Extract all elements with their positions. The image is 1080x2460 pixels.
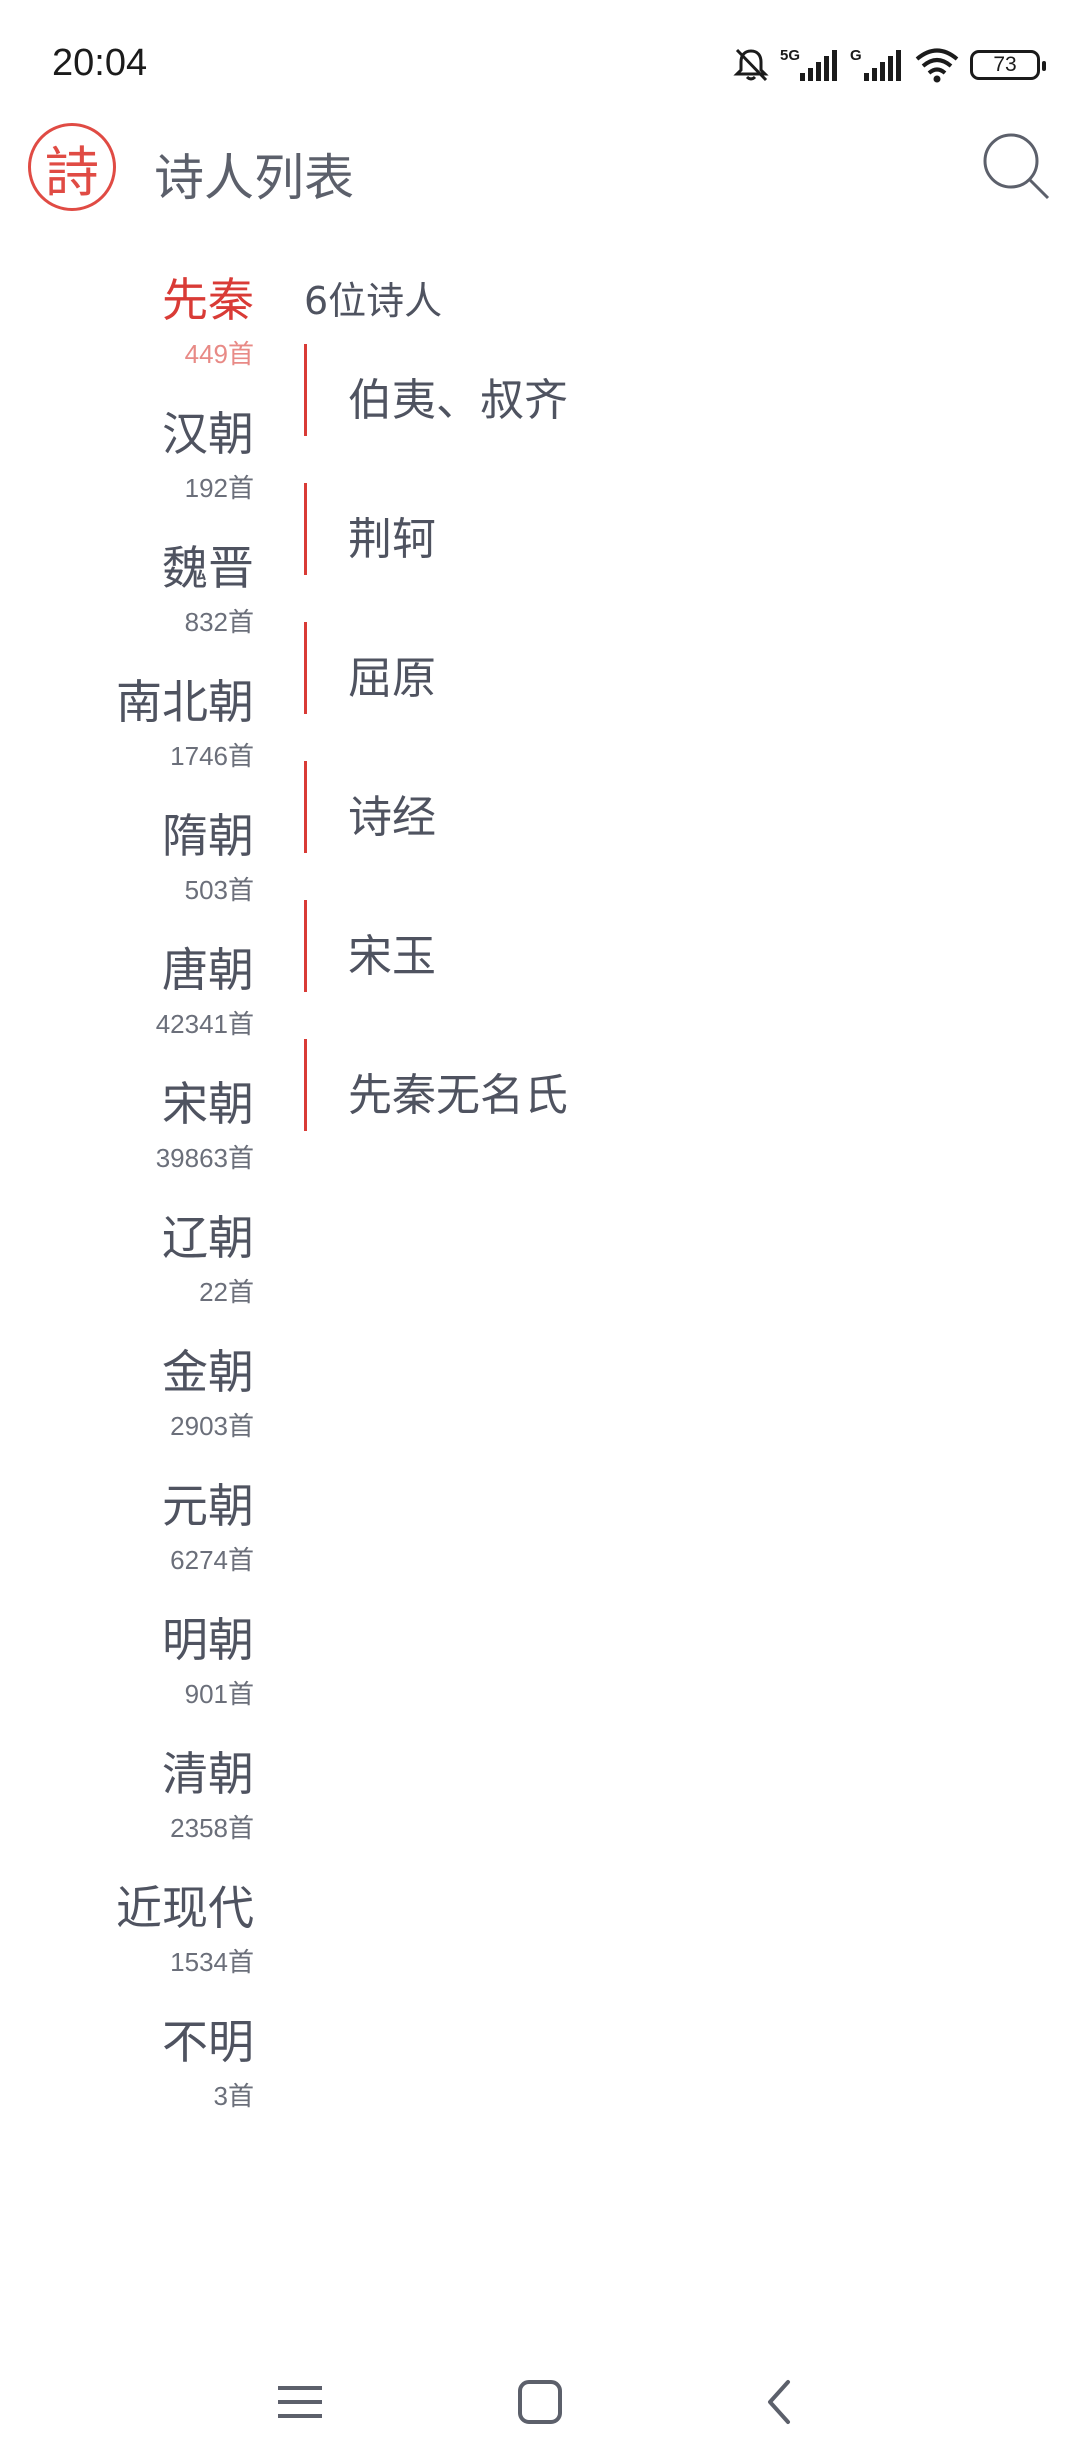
dynasty-item[interactable]: 辽朝 22首 [0,1202,260,1336]
navigation-bar [0,2340,1080,2460]
poet-name: 诗经 [348,792,436,843]
silent-bell-icon [733,48,769,82]
poet-item[interactable]: 先秦无名氏 [304,1039,1004,1131]
dynasty-poem-count: 192首 [184,473,254,503]
dynasty-name: 先秦 [162,273,254,327]
dynasty-poem-count: 2903首 [170,1411,254,1441]
search-icon[interactable] [980,130,1054,204]
poet-name: 伯夷、叔齐 [348,375,568,426]
poet-item[interactable]: 伯夷、叔齐 [304,344,1004,436]
poet-item-accent-bar [304,344,307,436]
dynasty-name: 唐朝 [162,943,254,997]
battery-indicator: 73 [970,50,1046,80]
menu-icon[interactable] [272,2374,328,2430]
poet-item[interactable]: 荆轲 [304,483,1004,575]
dynasty-name: 明朝 [162,1613,254,1667]
dynasty-item[interactable]: 元朝 6274首 [0,1470,260,1604]
dynasty-poem-count: 503首 [184,875,254,905]
poet-list-screen: 20:04 5G G 73 詩 诗人列表 先秦 449首 汉朝 192首 魏晋 … [0,0,1080,2460]
dynasty-item[interactable]: 唐朝 42341首 [0,934,260,1068]
dynasty-poem-count: 39863首 [155,1143,254,1173]
app-logo: 詩 [28,123,116,211]
poet-name: 屈原 [348,653,436,704]
dynasty-item[interactable]: 金朝 2903首 [0,1336,260,1470]
signal-5g-icon: 5G [780,47,837,81]
signal-g-icon: G [850,47,901,81]
dynasty-name: 南北朝 [116,675,254,729]
dynasty-item[interactable]: 近现代 1534首 [0,1872,260,2006]
dynasty-item[interactable]: 明朝 901首 [0,1604,260,1738]
dynasty-poem-count: 42341首 [155,1009,254,1039]
dynasty-poem-count: 1534首 [170,1947,254,1977]
dynasty-name: 不明 [162,2015,254,2069]
dynasty-item[interactable]: 清朝 2358首 [0,1738,260,1872]
dynasty-item[interactable]: 先秦 449首 [0,264,260,398]
dynasty-item[interactable]: 汉朝 192首 [0,398,260,532]
dynasty-name: 近现代 [116,1881,254,1935]
dynasty-poem-count: 901首 [184,1679,254,1709]
svg-text:5G: 5G [780,47,800,64]
dynasty-item[interactable]: 隋朝 503首 [0,800,260,934]
poet-name: 荆轲 [348,514,436,565]
dynasty-name: 清朝 [162,1747,254,1801]
poet-item[interactable]: 宋玉 [304,900,1004,992]
dynasty-item[interactable]: 宋朝 39863首 [0,1068,260,1202]
dynasty-poem-count: 6274首 [170,1545,254,1575]
dynasty-poem-count: 449首 [184,339,254,369]
poet-item-accent-bar [304,622,307,714]
dynasty-name: 元朝 [162,1479,254,1533]
poet-name: 先秦无名氏 [348,1070,568,1121]
dynasty-name: 魏晋 [162,541,254,595]
wifi-icon [915,48,959,83]
home-icon[interactable] [512,2374,568,2430]
dynasty-poem-count: 832首 [184,607,254,637]
poet-count-label: 6位诗人 [304,279,443,323]
status-time: 20:04 [52,42,148,84]
poet-item-accent-bar [304,900,307,992]
dynasty-item[interactable]: 不明 3首 [0,2006,260,2140]
svg-text:G: G [850,47,862,64]
poet-item-accent-bar [304,1039,307,1131]
dynasty-name: 汉朝 [162,407,254,461]
dynasty-name: 宋朝 [162,1077,254,1131]
poet-item[interactable]: 诗经 [304,761,1004,853]
status-bar: 20:04 5G G 73 [0,0,1080,120]
poet-item-accent-bar [304,761,307,853]
dynasty-name: 金朝 [162,1345,254,1399]
poet-item[interactable]: 屈原 [304,622,1004,714]
poet-item-accent-bar [304,483,307,575]
back-icon[interactable] [752,2374,808,2430]
dynasty-poem-count: 3首 [213,2081,254,2111]
dynasty-item[interactable]: 魏晋 832首 [0,532,260,666]
poet-name: 宋玉 [348,931,436,982]
status-icons: 5G G 73 [732,40,1046,90]
dynasty-item[interactable]: 南北朝 1746首 [0,666,260,800]
page-title: 诗人列表 [154,149,354,207]
dynasty-name: 辽朝 [162,1211,254,1265]
dynasty-poem-count: 22首 [199,1277,254,1307]
dynasty-poem-count: 2358首 [170,1813,254,1843]
dynasty-poem-count: 1746首 [170,741,254,771]
dynasty-name: 隋朝 [162,809,254,863]
